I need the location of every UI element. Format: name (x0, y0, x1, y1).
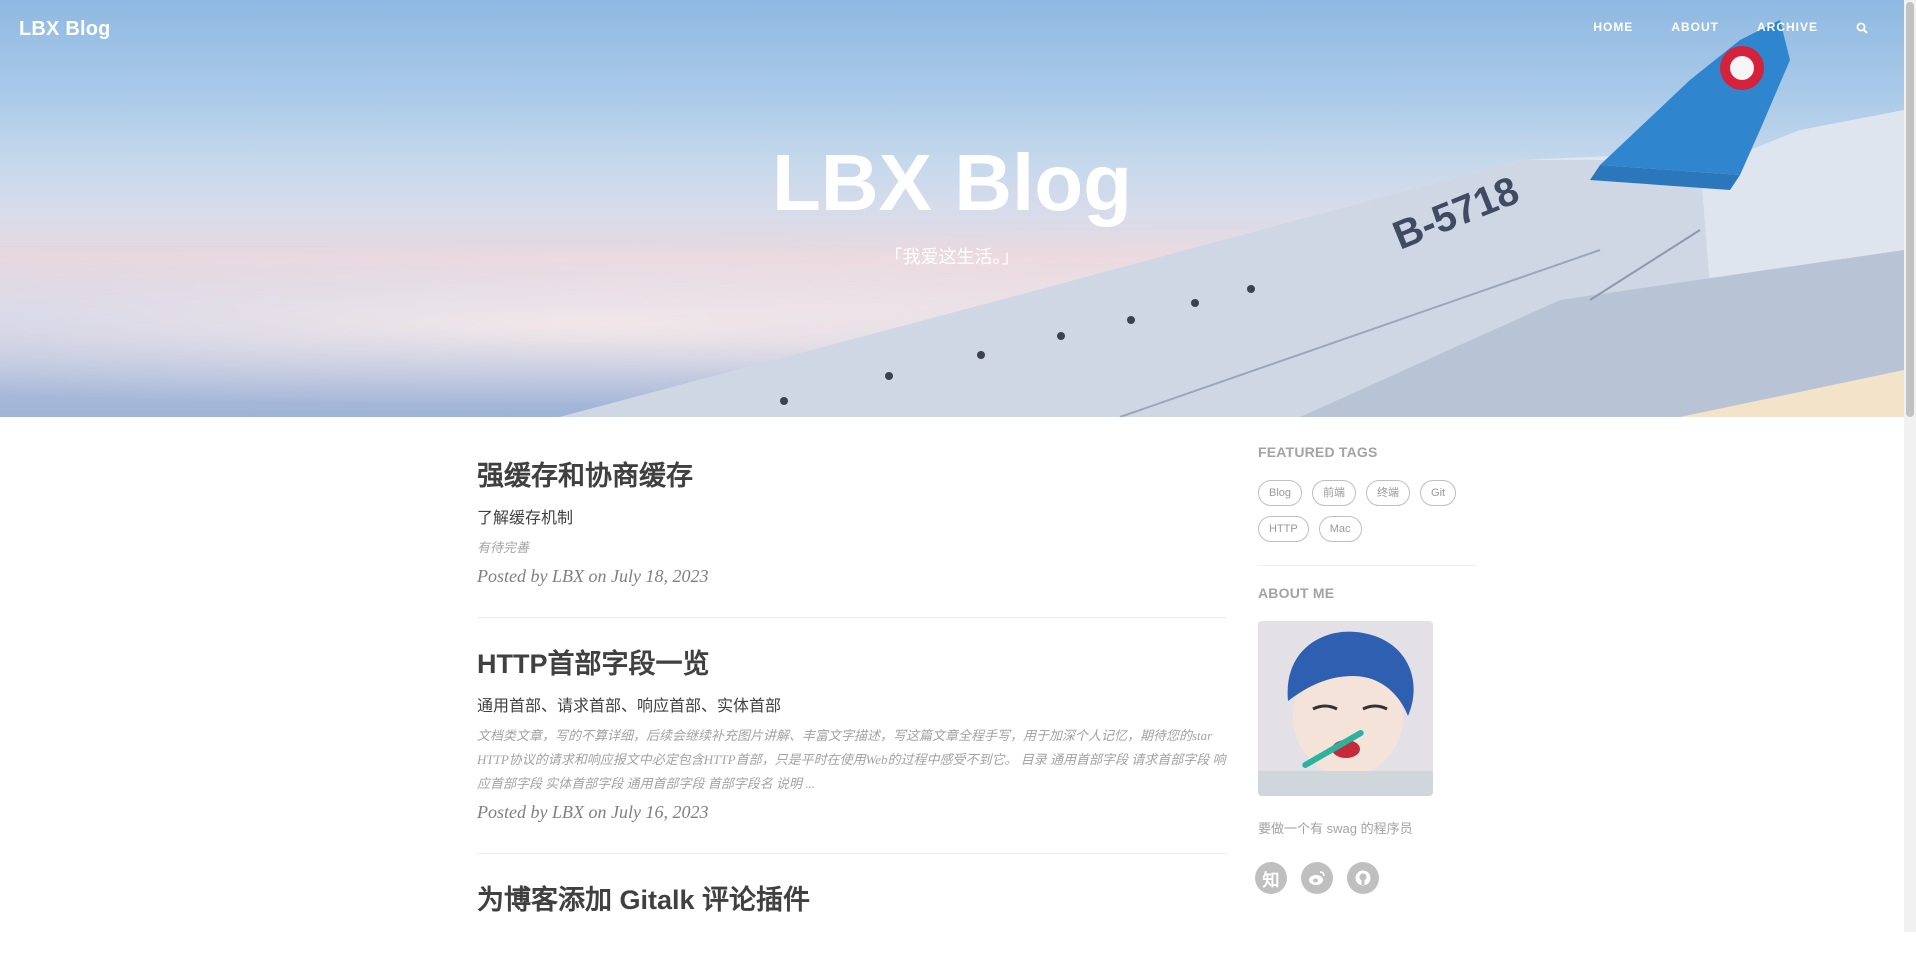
about-me-heading: ABOUT ME (1258, 585, 1335, 601)
tag-cloud: Blog 前端 终端 Git HTTP Mac (1258, 480, 1476, 542)
post-excerpt: 有待完善 (477, 539, 530, 555)
post-list: 强缓存和协商缓存 了解缓存机制 有待完善 Posted by LBX on Ju… (477, 460, 1227, 977)
post-title[interactable]: 为博客添加 Gitalk 评论插件 (477, 884, 1227, 918)
post-meta: Posted by LBX on July 16, 2023 (477, 801, 709, 822)
sidebar: FEATURED TAGS Blog 前端 终端 Git HTTP Mac AB… (1255, 444, 1476, 894)
post-subtitle: 了解缓存机制 (477, 509, 574, 527)
post-title[interactable]: HTTP首部字段一览 (477, 648, 1227, 682)
tag-git[interactable]: Git (1420, 480, 1457, 506)
avatar (1258, 621, 1433, 796)
sidebar-divider (1258, 565, 1476, 566)
about-text: 要做一个有 swag 的程序员 (1258, 821, 1413, 836)
page-scrollbar[interactable] (1904, 0, 1916, 932)
hero-banner: B-5718 LBX Blog HOME ABOUT ARCHIVE LBX B… (0, 0, 1904, 417)
featured-tags-heading: FEATURED TAGS (1258, 444, 1378, 460)
social-links: 知 (1255, 862, 1476, 894)
nav-about-link[interactable]: ABOUT (1671, 20, 1719, 34)
nav-home-link[interactable]: HOME (1593, 20, 1633, 34)
site-subtitle: 「我爱这生活。」 (884, 247, 1020, 267)
nav-archive-link[interactable]: ARCHIVE (1757, 20, 1818, 34)
top-nav: HOME ABOUT ARCHIVE (1555, 20, 1868, 34)
zhihu-icon[interactable]: 知 (1255, 862, 1287, 894)
site-title: LBX Blog (772, 138, 1132, 227)
tag-mac[interactable]: Mac (1318, 516, 1362, 542)
post-preview[interactable]: HTTP首部字段一览 通用首部、请求首部、响应首部、实体首部 文档类文章，写的不… (477, 648, 1227, 854)
brand-logo-link[interactable]: LBX Blog (19, 18, 111, 41)
post-preview[interactable]: 强缓存和协商缓存 了解缓存机制 有待完善 Posted by LBX on Ju… (477, 460, 1227, 618)
post-title[interactable]: 强缓存和协商缓存 (477, 460, 1227, 494)
tag-frontend[interactable]: 前端 (1312, 480, 1357, 506)
github-icon[interactable] (1347, 862, 1379, 894)
scrollbar-thumb[interactable] (1906, 2, 1914, 417)
search-icon[interactable] (1856, 21, 1868, 34)
post-excerpt: 文档类文章，写的不算详细，后续会继续补充图片讲解、丰富文字描述，写这篇文章全程手… (477, 727, 1226, 791)
tag-terminal[interactable]: 终端 (1366, 480, 1411, 506)
tag-http[interactable]: HTTP (1258, 516, 1309, 542)
weibo-icon[interactable] (1301, 862, 1333, 894)
post-preview[interactable]: 为博客添加 Gitalk 评论插件 (477, 884, 1227, 948)
tag-blog[interactable]: Blog (1258, 480, 1303, 506)
post-subtitle: 通用首部、请求首部、响应首部、实体首部 (477, 697, 782, 715)
post-meta: Posted by LBX on July 18, 2023 (477, 565, 709, 586)
